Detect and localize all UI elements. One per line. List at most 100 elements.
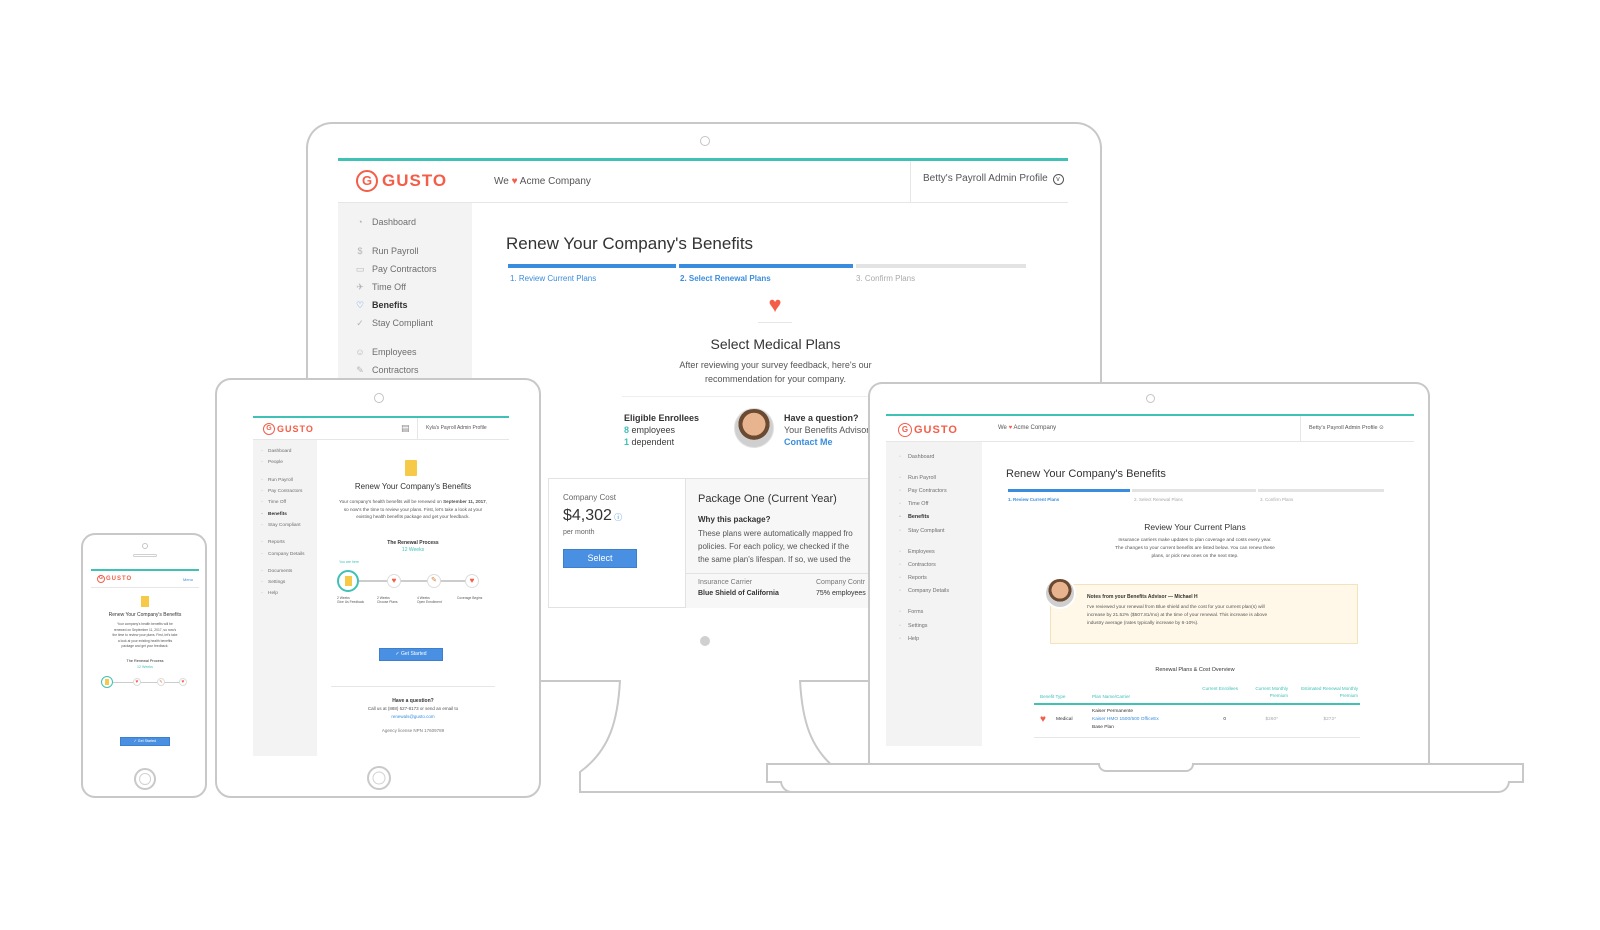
why-title: Why this package? — [698, 515, 771, 524]
tablet-profile[interactable]: Kyla's Payroll Admin Profile — [417, 418, 509, 439]
sidebar-item-stay-compliant[interactable]: ◦ Stay Compliant — [253, 520, 317, 531]
desktop-page-title: Renew Your Company's Benefits — [506, 234, 754, 253]
laptop-table-title: Renewal Plans & Cost Overview — [1155, 667, 1235, 673]
time-off-icon: ✈ — [356, 281, 364, 292]
sidebar-item-pay-contractors[interactable]: ◦ Pay Contractors — [253, 486, 317, 497]
nav-icon: ◦ — [261, 551, 263, 557]
advisor-note-text: I've reviewed your renewal from Blue shi… — [1087, 605, 1268, 626]
sidebar-item-run-payroll[interactable]: ◦ Run Payroll — [253, 475, 317, 486]
company-label: We ♥ Acme Company — [494, 176, 591, 187]
nav-icon: ◦ — [261, 449, 263, 455]
nav-icon: ◦ — [261, 511, 263, 517]
tablet-home-button[interactable] — [367, 766, 391, 790]
phone-logo[interactable]: G GUSTO — [97, 575, 132, 583]
select-button[interactable]: Select — [563, 549, 637, 568]
sidebar-item-employees[interactable]: ☺ Employees — [338, 343, 472, 361]
sidebar-item-contractors[interactable]: ✎ Contractors — [338, 361, 472, 379]
sidebar-item-stay-compliant[interactable]: ◦ Stay Compliant — [886, 524, 982, 537]
tablet-logo[interactable]: G GUSTO — [263, 423, 314, 435]
sidebar-item-stay-compliant[interactable]: ✓ Stay Compliant — [338, 314, 472, 332]
nav-icon: ◦ — [899, 501, 901, 508]
nav-icon: ◦ — [261, 460, 263, 466]
sidebar-item-benefits[interactable]: ♡ Benefits — [338, 296, 472, 314]
renewal-row-medical[interactable]: ♥ Medical Kaiser Permanente Kaiser HMO 1… — [1034, 704, 1360, 738]
timeline-step-plans: ♥ — [387, 574, 401, 588]
medical-heart-icon: ♥ — [768, 292, 782, 317]
sidebar-item-company-details[interactable]: ◦ Company Details — [886, 585, 982, 598]
phone-home-button[interactable] — [134, 768, 156, 790]
laptop-page-title: Renew Your Company's Benefits — [1006, 468, 1166, 480]
sidebar-item-run-payroll[interactable]: $ Run Payroll — [338, 242, 472, 260]
sidebar-item-time-off[interactable]: ◦ Time Off — [253, 497, 317, 508]
nav-icon: ◦ — [261, 489, 263, 495]
sidebar-item-documents[interactable]: ◦ Documents — [253, 566, 317, 577]
nav-icon: ◦ — [261, 477, 263, 483]
laptop-profile-menu[interactable]: Betty's Payroll Admin Profile ⊙ — [1300, 416, 1414, 441]
step-review[interactable]: 1. Review Current Plans — [510, 274, 596, 283]
sidebar-item-dashboard[interactable]: ◦ Dashboard — [886, 450, 982, 463]
sidebar-item-help[interactable]: ◦ Help — [253, 588, 317, 599]
phone-device: G GUSTO Menu Renew Your Company's Benefi… — [81, 533, 207, 798]
cost-value: $4,302 ⓘ — [563, 507, 623, 524]
sidebar-item-benefits[interactable]: ◦ Benefits — [253, 508, 317, 519]
sidebar-item-settings[interactable]: ◦ Settings — [886, 619, 982, 632]
section-title: Select Medical Plans — [710, 336, 841, 352]
laptop-step-confirm[interactable]: 3. Confirm Plans — [1260, 497, 1293, 502]
cost-label: Company Cost — [563, 493, 616, 502]
nav-icon: ◦ — [899, 575, 901, 582]
sidebar-item-people[interactable]: ◦ People — [253, 457, 317, 468]
laptop-sidebar: ◦ Dashboard ◦ Run Payroll ◦ Pay Contractors ◦ T… — [886, 442, 982, 746]
desktop-header: G GUSTO We ♥ Acme Company Betty's Payrol… — [338, 161, 1068, 203]
advisor-note: Notes from your Benefits Advisor — Micha… — [1050, 584, 1358, 644]
laptop-advisor-avatar — [1044, 577, 1076, 609]
laptop-step-review[interactable]: 1. Review Current Plans — [1008, 497, 1059, 502]
tablet-process-title: The Renewal Process — [387, 540, 439, 546]
advisor-avatar — [734, 408, 774, 448]
tablet-intro: Your company's health benefits will be r… — [338, 499, 488, 519]
laptop-heart-icon: ♥ — [1008, 425, 1013, 431]
sidebar-item-reports[interactable]: ◦ Reports — [253, 537, 317, 548]
laptop-base-bottom — [780, 781, 1510, 793]
sidebar-item-run-payroll[interactable]: ◦ Run Payroll — [886, 471, 982, 484]
nav-icon: ◦ — [899, 453, 901, 460]
tablet-email-link[interactable]: renewals@gusto.com — [317, 714, 509, 719]
sidebar-item-help[interactable]: ◦ Help — [886, 632, 982, 645]
laptop-screen: G GUSTO We ♥ Acme Company Betty's Payrol… — [886, 414, 1414, 768]
sidebar-item-time-off[interactable]: ◦ Time Off — [886, 498, 982, 511]
tablet-camera — [374, 393, 384, 403]
laptop-notch — [1098, 763, 1194, 772]
phone-get-started-button[interactable]: ✓ Get Started — [120, 737, 170, 746]
sidebar-item-pay-contractors[interactable]: ▭ Pay Contractors — [338, 260, 472, 278]
tablet-get-started-button[interactable]: ✓ Get Started — [379, 648, 443, 661]
phone-document-icon — [141, 596, 149, 607]
nav-icon: ◦ — [899, 588, 901, 595]
package-title: Package One (Current Year) — [698, 493, 837, 505]
plan-link[interactable]: Kaiser HMO 1500/500 OfficeEx — [1092, 717, 1159, 722]
step-confirm[interactable]: 3. Confirm Plans — [856, 274, 915, 283]
profile-menu[interactable]: Betty's Payroll Admin Profile v — [910, 161, 1068, 203]
sidebar-item-benefits[interactable]: ◦ Benefits — [886, 511, 982, 524]
sidebar-item-dashboard[interactable]: ◔ Dashboard — [338, 213, 472, 231]
laptop-camera — [1146, 394, 1155, 403]
question-box: Have a question? Your Benefits Advisor C… — [784, 413, 870, 448]
laptop-step-select[interactable]: 2. Select Renewal Plans — [1134, 497, 1183, 502]
phone-menu-button[interactable]: Menu — [183, 577, 193, 582]
step-select[interactable]: 2. Select Renewal Plans — [680, 274, 771, 283]
tablet-header: G GUSTO ▤ Kyla's Payroll Admin Profile — [253, 418, 509, 440]
contact-me-link[interactable]: Contact Me — [784, 436, 869, 448]
sidebar-item-pay-contractors[interactable]: ◦ Pay Contractors — [886, 484, 982, 497]
renewal-table: Benefit Type Plan Name/Carrier Current E… — [1034, 685, 1360, 743]
sidebar-item-forms[interactable]: ◦ Forms — [886, 606, 982, 619]
sidebar-item-settings[interactable]: ◦ Settings — [253, 577, 317, 588]
sidebar-item-company-details[interactable]: ◦ Company Details — [253, 548, 317, 559]
benefits-icon: ♡ — [355, 299, 365, 310]
sidebar-item-dashboard[interactable]: ◦ Dashboard — [253, 446, 317, 457]
gusto-logo[interactable]: G GUSTO — [356, 170, 447, 192]
nav-icon: ◦ — [261, 540, 263, 546]
sidebar-item-employees[interactable]: ◦ Employees — [886, 545, 982, 558]
document-icon[interactable]: ▤ — [401, 423, 410, 434]
sidebar-item-time-off[interactable]: ✈ Time Off — [338, 278, 472, 296]
sidebar-item-contractors[interactable]: ◦ Contractors — [886, 558, 982, 571]
laptop-logo[interactable]: G GUSTO — [898, 423, 958, 437]
sidebar-item-reports[interactable]: ◦ Reports — [886, 572, 982, 585]
